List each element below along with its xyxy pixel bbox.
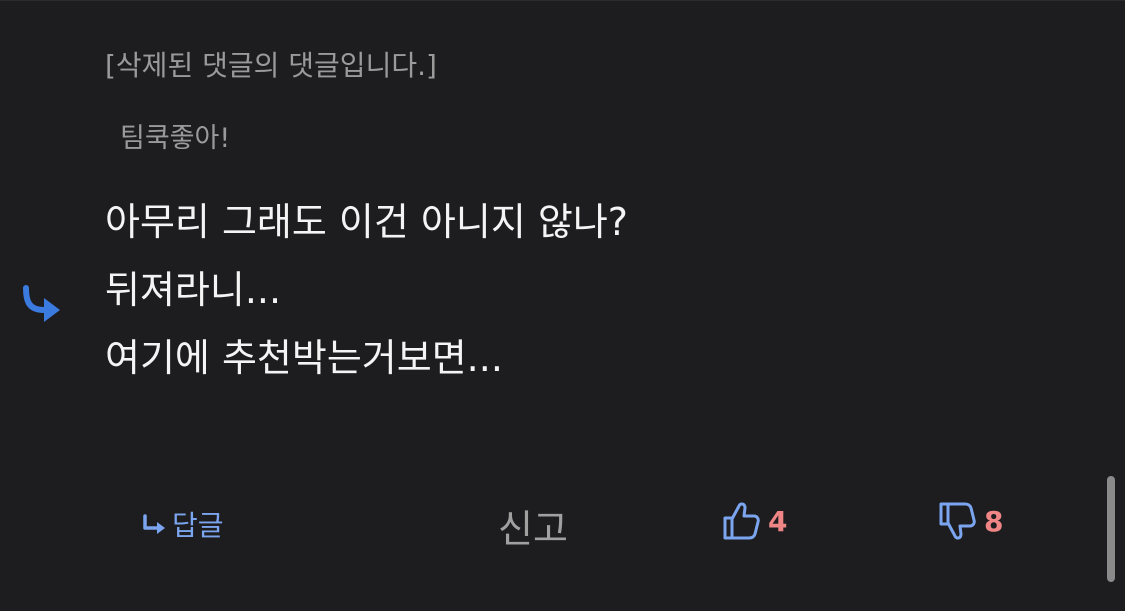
divider: [0, 0, 1125, 1]
comment-body: 아무리 그래도 이건 아니지 않나? 뒤져라니... 여기에 추천박는거보면..…: [105, 188, 1065, 392]
thumbs-up-icon: [723, 502, 760, 540]
deleted-parent-notice: [삭제된 댓글의 댓글입니다.]: [105, 49, 437, 82]
comment-action-bar: 답글 신고 4 8: [0, 492, 1125, 556]
reply-arrow-icon: [23, 285, 60, 322]
thumbs-down-icon: [939, 502, 976, 540]
reply-button[interactable]: 답글: [140, 504, 224, 544]
comment-screen: [삭제된 댓글의 댓글입니다.] 팀쿡좋아! 아무리 그래도 이건 아니지 않나…: [0, 0, 1125, 611]
comment-line: 아무리 그래도 이건 아니지 않나?: [105, 200, 628, 244]
comment-author[interactable]: 팀쿡좋아!: [120, 116, 230, 155]
report-button[interactable]: 신고: [498, 498, 568, 553]
scrollbar[interactable]: [1107, 476, 1115, 582]
like-button[interactable]: 4: [722, 500, 787, 542]
dislike-button[interactable]: 8: [938, 500, 1003, 542]
reply-small-arrow-icon: [143, 514, 165, 534]
like-count: 4: [768, 504, 788, 538]
dislike-count: 8: [984, 504, 1004, 538]
reply-button-label: 답글: [172, 509, 224, 542]
comment-line: 여기에 추천박는거보면...: [105, 336, 503, 380]
comment-line: 뒤져라니...: [105, 268, 282, 312]
